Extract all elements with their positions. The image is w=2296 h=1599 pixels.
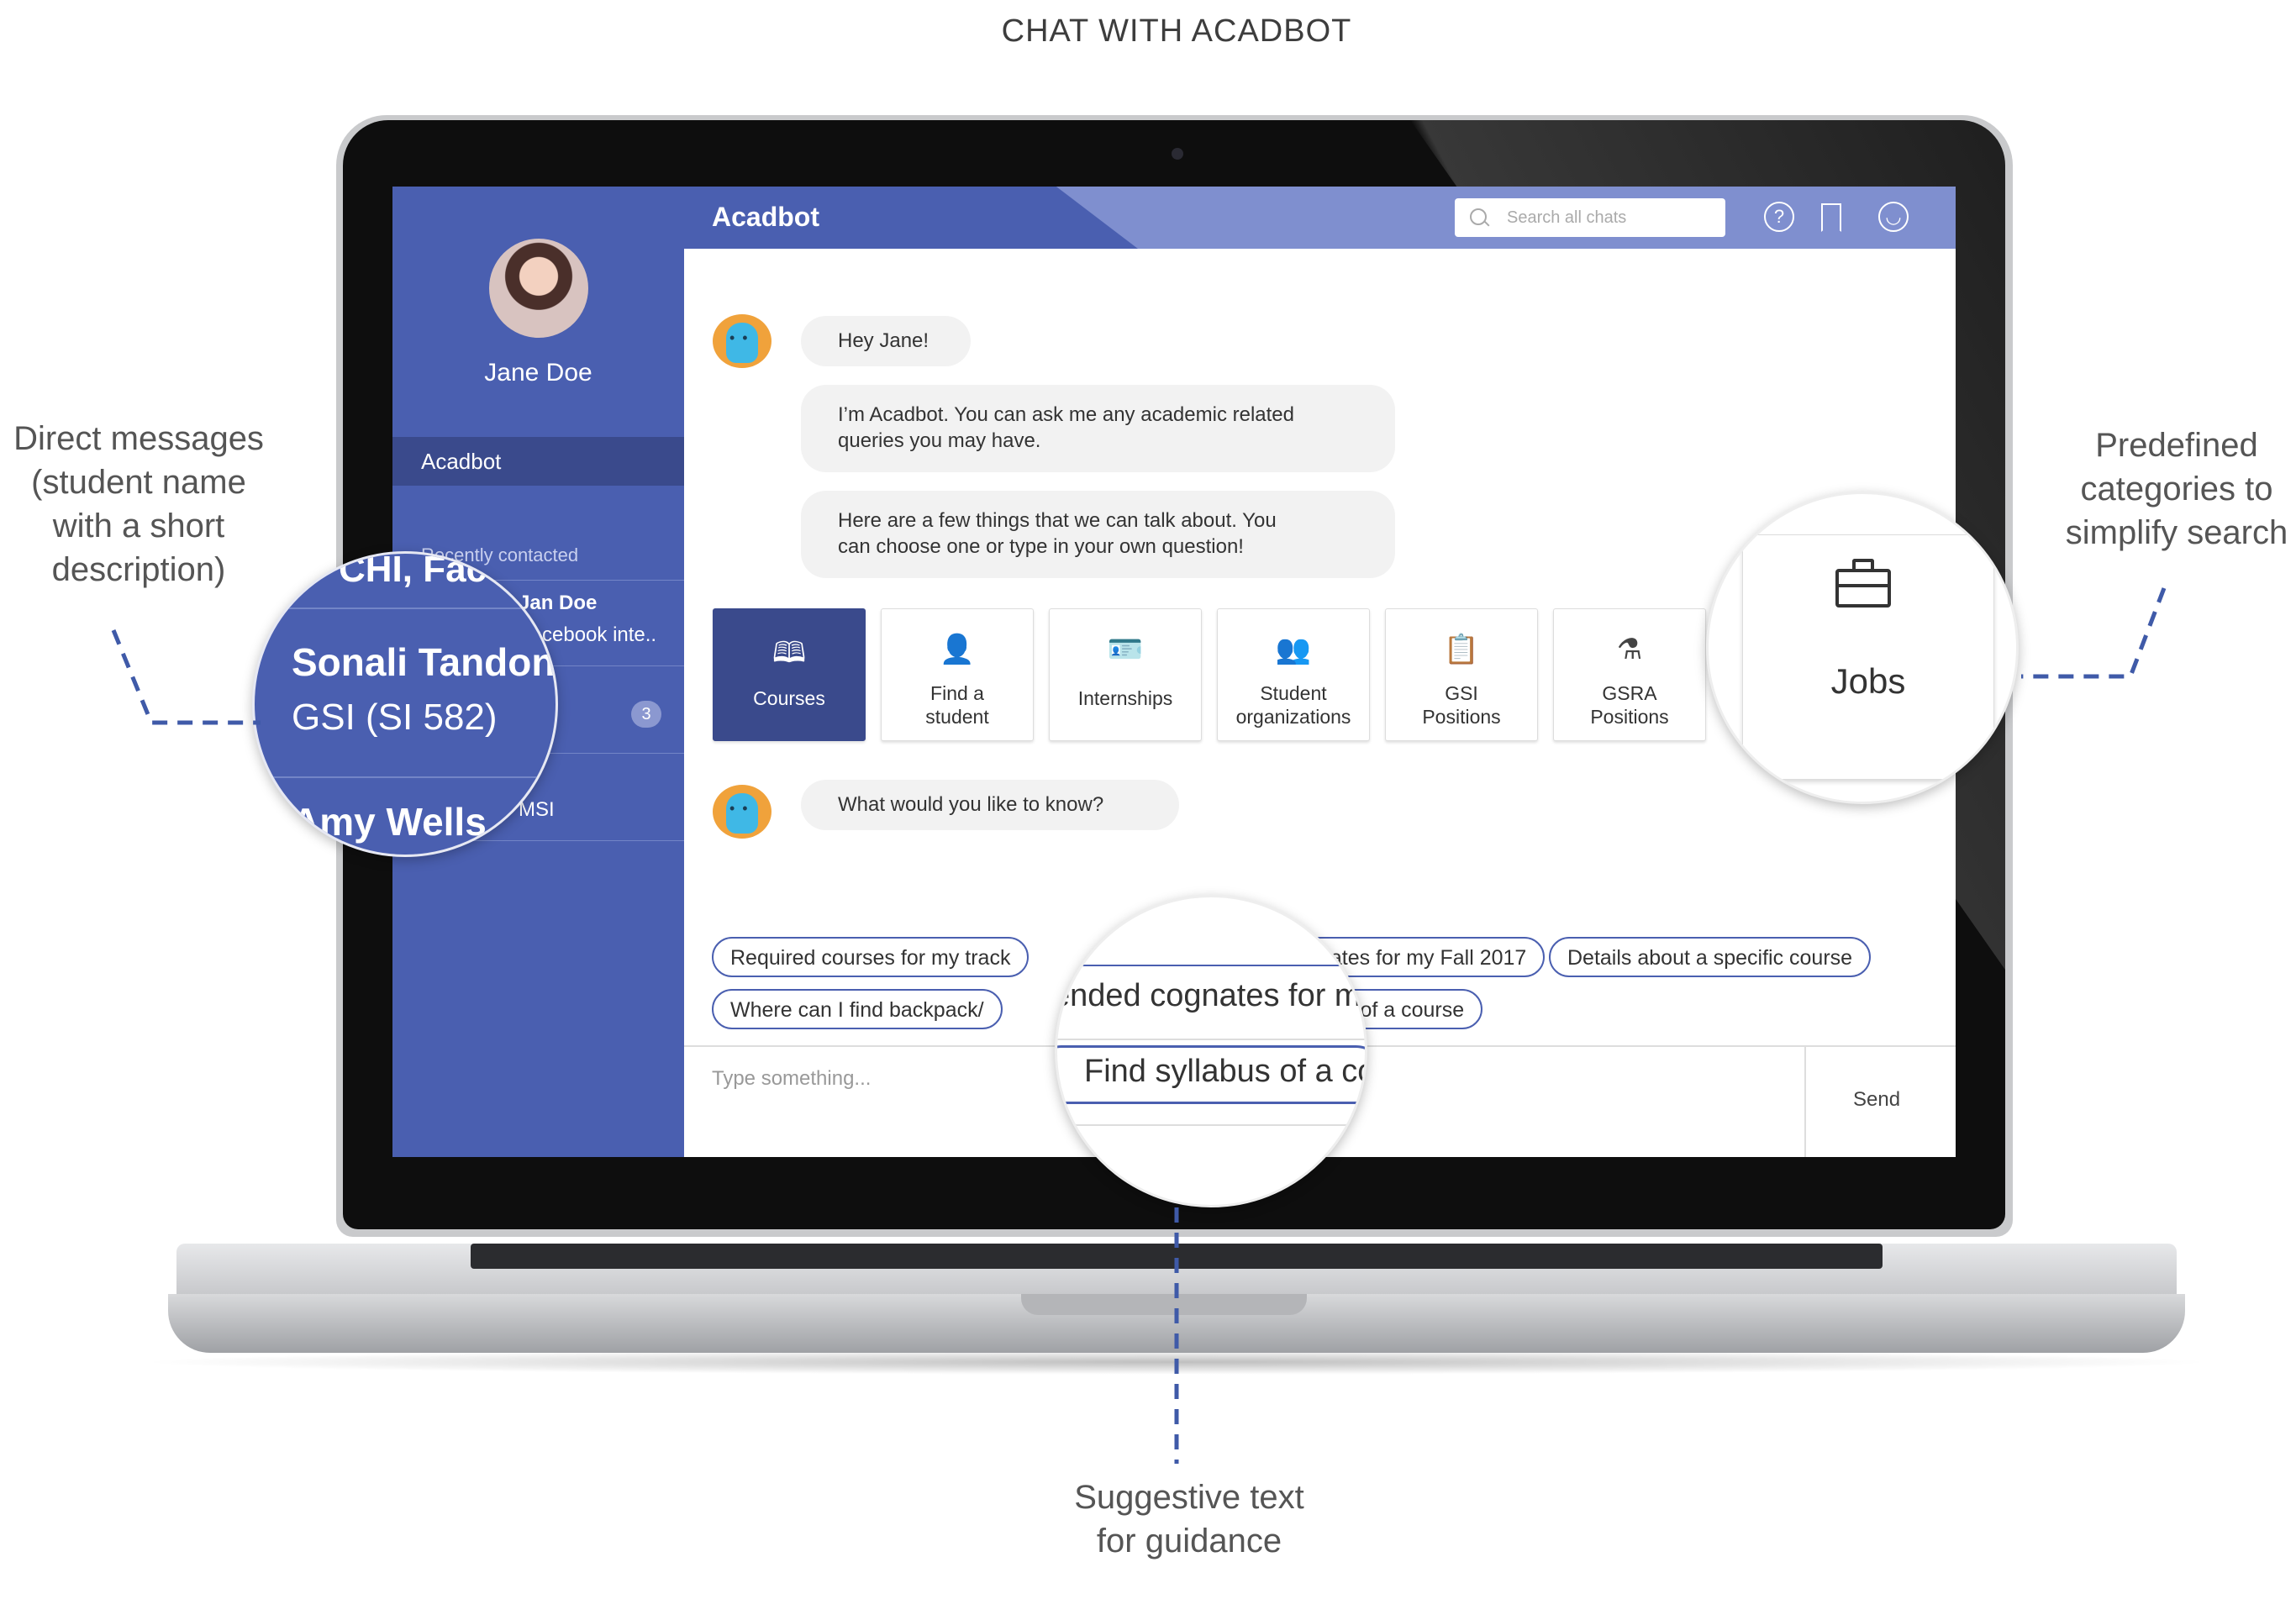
category-find-student[interactable]: 👤 Find a student xyxy=(881,608,1034,741)
annotation-suggestive-text: Suggestive text for guidance xyxy=(1074,1479,1304,1560)
id-badge-icon: 🪪 xyxy=(1107,634,1144,665)
divider xyxy=(1057,1039,1365,1040)
category-student-orgs[interactable]: 👥 Student organizations xyxy=(1217,608,1370,741)
divider xyxy=(255,608,556,609)
magnified-contact-name: Amy Wells xyxy=(292,800,487,844)
message-bubble: Hey Jane! xyxy=(801,316,971,366)
chat-title: Acadbot xyxy=(712,202,819,232)
message-bubble: I’m Acadbot. You can ask me any academic… xyxy=(801,385,1395,472)
annotation-connector xyxy=(2021,587,2167,679)
avatar[interactable] xyxy=(489,239,588,338)
annotation-predefined-categories: Predefined categories to simplify search xyxy=(2065,427,2288,551)
message-bubble: What would you like to know? xyxy=(801,780,1179,830)
annotation-direct-messages: Direct messages (student name with a sho… xyxy=(13,420,264,588)
magnified-text: CHI, Face xyxy=(339,551,508,590)
magnified-chip-text: Find syllabus of a cou xyxy=(1084,1054,1367,1089)
annotation-connector xyxy=(1174,1207,1179,1464)
profile-icon[interactable]: ◡ xyxy=(1878,202,1909,232)
magnifier-categories: Jobs xyxy=(1706,492,2019,804)
book-icon: 🕮 xyxy=(771,637,807,669)
contact-name[interactable]: Jan Doe xyxy=(519,592,597,615)
sidebar-item-acadbot[interactable]: Acadbot xyxy=(392,437,684,486)
user-name: Jane Doe xyxy=(484,359,592,387)
category-label: Jobs xyxy=(1830,661,1906,701)
message-text: Hey Jane! xyxy=(838,329,929,352)
suggestion-chip[interactable]: Where can I find backpack/ xyxy=(712,989,1003,1029)
category-jobs[interactable]: Jobs xyxy=(1742,534,1994,780)
camera-icon xyxy=(1172,148,1183,160)
magnified-text: ended cognates for m xyxy=(1055,978,1361,1013)
magnifier-contacts: CHI, Face Sonali Tandon GSI (SI 582) Amy… xyxy=(252,551,558,857)
divider xyxy=(1057,1124,1365,1126)
category-label: Internships xyxy=(1077,687,1173,709)
category-internships[interactable]: 🪪 Internships xyxy=(1049,608,1202,741)
category-gsra[interactable]: ⚗ GSRA Positions xyxy=(1553,608,1706,741)
message-bubble: Here are a few things that we can talk a… xyxy=(801,491,1395,578)
flask-icon: ⚗ xyxy=(1616,634,1643,665)
message-text: can choose one or type in your own quest… xyxy=(838,535,1244,558)
briefcase-icon xyxy=(1835,559,1891,608)
category-label: GSI Positions xyxy=(1422,682,1501,728)
message-input[interactable]: Type something... xyxy=(712,1067,871,1091)
person-icon: 👤 xyxy=(939,634,976,665)
contact-desc[interactable]: MSI xyxy=(519,798,555,822)
magnified-contact-name: Sonali Tandon xyxy=(292,640,556,684)
send-divider xyxy=(1804,1047,1806,1157)
suggestion-chip[interactable]: Required courses for my track xyxy=(712,937,1030,977)
annotation-connector xyxy=(111,629,261,725)
category-label: GSRA Positions xyxy=(1590,682,1669,728)
category-courses[interactable]: 🕮 Courses xyxy=(713,608,866,741)
unread-badge: 3 xyxy=(631,701,661,728)
presenter-icon: 📋 xyxy=(1443,634,1480,665)
search-icon xyxy=(1470,208,1487,225)
category-label: Courses xyxy=(753,687,825,709)
sidebar-item-label: Acadbot xyxy=(421,449,502,474)
category-label: Student organizations xyxy=(1235,682,1351,728)
bot-avatar xyxy=(713,314,771,368)
magnified-contact-desc: GSI (SI 582) xyxy=(292,697,498,738)
page-title: CHAT WITH ACADBOT xyxy=(1001,13,1352,49)
message-text: What would you like to know? xyxy=(838,793,1104,816)
divider xyxy=(1057,965,1365,966)
message-text: queries you may have. xyxy=(838,429,1041,452)
category-label: Find a student xyxy=(925,682,989,728)
send-button[interactable]: Send xyxy=(1853,1088,1900,1112)
search-placeholder: Search all chats xyxy=(1507,208,1627,227)
divider xyxy=(255,776,556,778)
search-input[interactable]: Search all chats xyxy=(1455,198,1725,237)
group-icon: 👥 xyxy=(1275,634,1312,665)
category-gsi[interactable]: 📋 GSI Positions xyxy=(1385,608,1538,741)
bot-avatar xyxy=(713,785,771,839)
message-text: I’m Acadbot. You can ask me any academic… xyxy=(838,403,1294,426)
help-icon[interactable]: ? xyxy=(1764,202,1794,232)
magnifier-suggestions: ended cognates for m Find syllabus of a … xyxy=(1055,895,1367,1207)
message-text: Here are a few things that we can talk a… xyxy=(838,509,1277,532)
suggestion-chip[interactable]: Details about a specific course xyxy=(1549,937,1872,977)
laptop-notch xyxy=(1021,1294,1307,1315)
